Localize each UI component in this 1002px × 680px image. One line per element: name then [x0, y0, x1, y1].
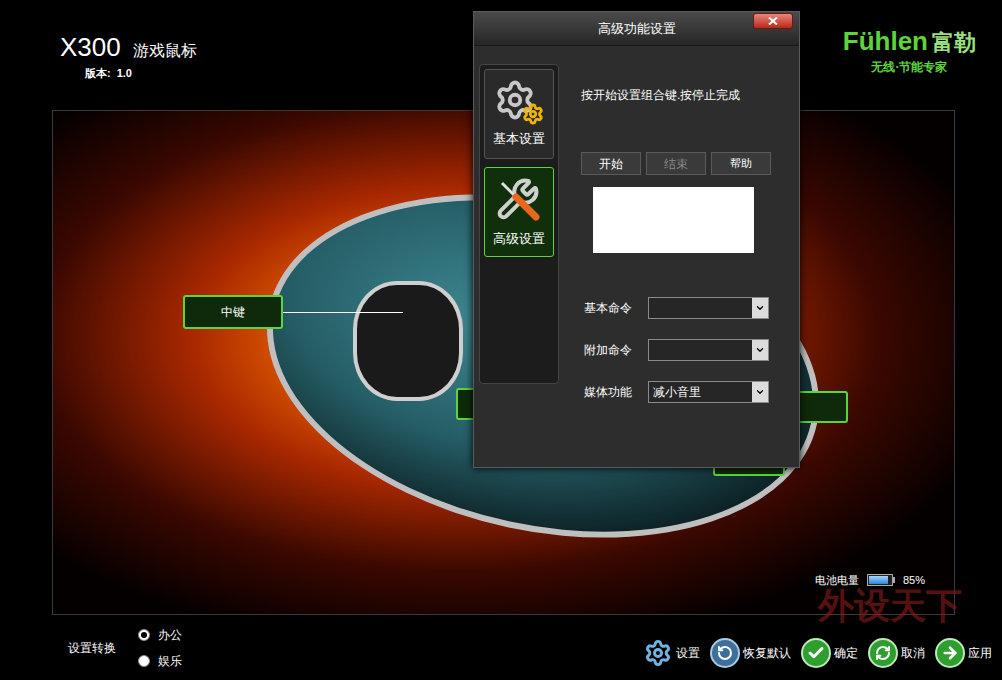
app-window: X300游戏鼠标版本:1.0Fühlen富勒无线·节能专家中键设置转换办公娱乐设… — [0, 0, 1002, 680]
model-subtitle: 游戏鼠标 — [133, 39, 197, 63]
mode-radio[interactable]: 娱乐 — [138, 652, 182, 670]
model-name: X300 — [60, 32, 121, 62]
dialog-tab[interactable]: 基本设置 — [484, 69, 554, 159]
callout-line — [283, 312, 403, 313]
version: 版本:1.0 — [60, 65, 197, 82]
dropdown-arrow-icon — [752, 382, 768, 402]
battery-status: 电池电量85% — [815, 572, 925, 589]
gear-icon — [494, 79, 544, 125]
dropdown-arrow-icon — [752, 340, 768, 360]
gear-icon — [643, 638, 673, 668]
action-buttons: 设置恢复默认确定取消应用 — [643, 628, 992, 668]
check-icon — [801, 638, 831, 668]
command-field: 基本命令 — [581, 297, 799, 319]
mode-radio[interactable]: 办公 — [138, 626, 182, 644]
mouse-wheel — [353, 281, 463, 401]
command-button[interactable]: 开始 — [581, 152, 641, 175]
restore-icon — [710, 638, 740, 668]
command-select[interactable] — [648, 297, 769, 319]
dialog-titlebar: 高级功能设置 — [474, 12, 799, 46]
apply-icon — [935, 638, 965, 668]
command-button[interactable]: 帮助 — [711, 152, 771, 175]
cancel-icon — [868, 638, 898, 668]
command-field: 媒体功能减小音里 — [581, 381, 799, 403]
action-button[interactable]: 取消 — [868, 638, 925, 668]
action-button[interactable]: 应用 — [935, 638, 992, 668]
dialog-tabs: 基本设置高级设置 — [479, 64, 559, 384]
bottom-bar: 设置转换办公娱乐设置恢复默认确定取消应用 — [0, 615, 1002, 680]
instruction-text: 按开始设置组合键.按停止完成 — [581, 86, 799, 104]
dialog-title: 高级功能设置 — [598, 19, 676, 39]
brand-logo: Fühlen富勒无线·节能专家 — [843, 0, 1002, 110]
command-select[interactable] — [648, 339, 769, 361]
mode-switch: 设置转换办公娱乐 — [68, 626, 182, 670]
action-button[interactable]: 确定 — [801, 638, 858, 668]
key-combo-box[interactable] — [593, 187, 754, 253]
command-button[interactable]: 结束 — [646, 152, 706, 175]
tools-icon — [494, 175, 544, 225]
dialog-tab[interactable]: 高级设置 — [484, 167, 554, 257]
command-field: 附加命令 — [581, 339, 799, 361]
advanced-settings-dialog: 高级功能设置基本设置高级设置 按开始设置组合键.按停止完成开始结束帮助基本命令附加… — [473, 11, 800, 468]
brand-slogan: 无线·节能专家 — [871, 58, 947, 76]
action-button[interactable]: 设置 — [643, 638, 700, 668]
callout-label[interactable]: 中键 — [183, 295, 403, 329]
battery-icon — [867, 574, 895, 586]
close-button[interactable] — [753, 13, 793, 29]
close-icon — [768, 17, 778, 25]
watermark: 外设天下 — [818, 586, 962, 626]
action-button[interactable]: 恢复默认 — [710, 638, 791, 668]
command-select[interactable]: 减小音里 — [648, 381, 769, 403]
dropdown-arrow-icon — [752, 298, 768, 318]
